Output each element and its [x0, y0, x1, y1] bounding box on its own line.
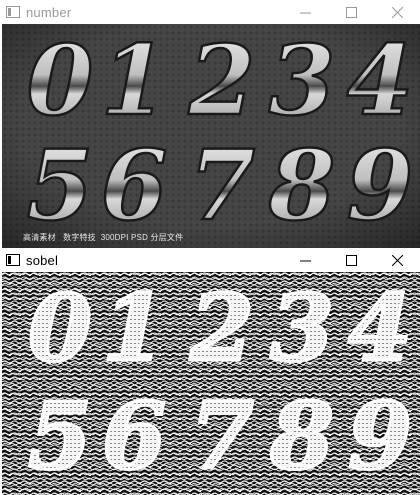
- sobel-digit-3: 3: [270, 274, 334, 382]
- sobel-digit-7: 7: [190, 382, 254, 490]
- sobel-digit-1: 1: [102, 274, 166, 382]
- sobel-digit-0: 0: [28, 274, 92, 382]
- maximize-button[interactable]: [328, 0, 374, 24]
- window-title: number: [26, 4, 72, 20]
- sobel-digit-9: 9: [348, 382, 412, 490]
- maximize-button[interactable]: [328, 248, 374, 272]
- number-window: number 0 1 2 3 4 5 6 7 8 9 高清素材 数字特技 300…: [0, 0, 420, 248]
- number-digit-7: 7: [189, 129, 256, 242]
- window-controls: [282, 0, 420, 24]
- maximize-icon: [345, 6, 357, 18]
- number-digit-4: 4: [347, 24, 414, 137]
- sobel-digit-6: 6: [102, 382, 166, 490]
- app-icon: [6, 254, 20, 266]
- sobel-window: sobel 0 1 2 3 4 5 6 7 8 9: [0, 248, 420, 495]
- number-digit-9: 9: [347, 129, 414, 242]
- close-icon: [391, 254, 403, 266]
- window-title: sobel: [26, 252, 59, 268]
- number-digit-1: 1: [101, 24, 168, 137]
- close-button[interactable]: [374, 248, 420, 272]
- title-bar[interactable]: number: [0, 0, 420, 24]
- close-icon: [391, 6, 403, 18]
- maximize-icon: [345, 254, 357, 266]
- minimize-button[interactable]: [282, 0, 328, 24]
- number-digit-2: 2: [188, 24, 256, 137]
- minimize-icon: [299, 12, 311, 13]
- minimize-button[interactable]: [282, 248, 328, 272]
- sobel-digit-4: 4: [348, 274, 412, 382]
- window-controls: [282, 248, 420, 272]
- minimize-icon: [299, 260, 311, 261]
- sobel-image: 01234 56789: [2, 272, 420, 495]
- title-bar[interactable]: sobel: [0, 248, 420, 272]
- sobel-digit-8: 8: [269, 382, 334, 490]
- sobel-digit-5: 5: [28, 382, 92, 490]
- number-digit-0: 0: [27, 24, 94, 137]
- image-caption: 高清素材 数字特技 300DPI PSD 分层文件: [23, 233, 184, 242]
- sobel-digit-2: 2: [189, 274, 254, 382]
- number-digit-8: 8: [268, 129, 336, 242]
- close-button[interactable]: [374, 0, 420, 24]
- number-digit-5: 5: [27, 129, 94, 242]
- number-image: 01234 56789 高清素材 数字特技 300DPI PSD 分层文件: [2, 24, 420, 248]
- app-icon: [6, 6, 20, 18]
- number-digit-6: 6: [101, 129, 168, 242]
- number-digit-3: 3: [269, 24, 336, 137]
